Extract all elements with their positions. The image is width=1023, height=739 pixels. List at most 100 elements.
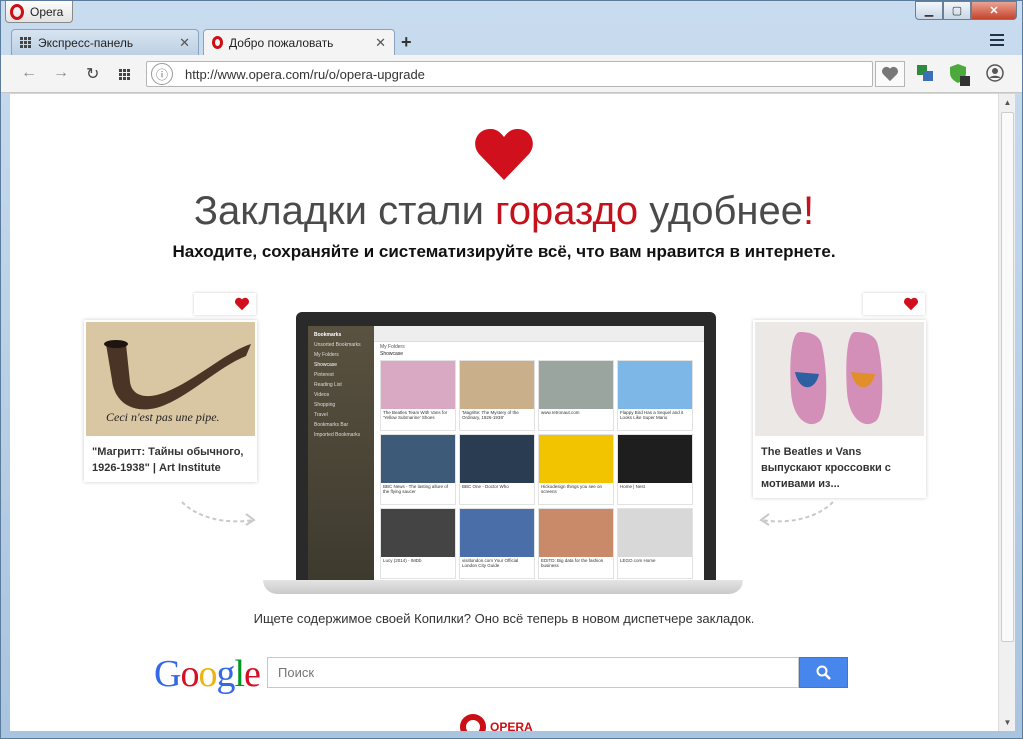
arrow-left-icon bbox=[759, 501, 834, 526]
opera-logo-icon bbox=[10, 3, 24, 20]
thumbnail-image bbox=[381, 361, 455, 409]
opera-menu-label: Opera bbox=[30, 4, 64, 19]
thumbnail-caption: Lucy (2014) - IMDb bbox=[383, 558, 422, 563]
bookmark-thumbnail: Flappy Bird Has a Sequel and it Looks Li… bbox=[617, 360, 693, 431]
thumbnail-caption: www.retronaut.com bbox=[541, 410, 580, 415]
thumbnail-image bbox=[460, 361, 534, 409]
bookmark-thumbnail: Hickodesign things you see on screens bbox=[538, 434, 614, 505]
thumbnail-image bbox=[539, 509, 613, 557]
bookmark-thumbnail: The Beatles Team With Vans for 'Yellow S… bbox=[380, 360, 456, 431]
account-icon[interactable] bbox=[986, 64, 1004, 82]
tab-menu-icon[interactable] bbox=[990, 34, 1004, 46]
tab-label: Добро пожаловать bbox=[229, 35, 334, 50]
bookmarks-topbar bbox=[374, 326, 704, 342]
heart-icon bbox=[904, 297, 918, 311]
bookmark-thumbnail: www.retronaut.com bbox=[538, 360, 614, 431]
thumbnail-image bbox=[381, 509, 455, 557]
thumbnail-image bbox=[539, 361, 613, 409]
bookmark-card-magritte[interactable]: Ceci n'est pas une pipe. "Магритт: Тайны… bbox=[84, 320, 257, 482]
title-bar: Opera ▁ ▢ ✕ bbox=[1, 1, 1022, 27]
thumbnail-caption: Hickodesign things you see on screens bbox=[541, 484, 603, 494]
opera-icon bbox=[212, 36, 223, 49]
painting-caption: Ceci n'est pas une pipe. bbox=[106, 410, 220, 424]
thumbnail-image bbox=[618, 509, 692, 557]
grid-icon bbox=[20, 37, 32, 48]
close-icon[interactable]: ✕ bbox=[375, 35, 386, 51]
google-logo: Google bbox=[154, 653, 261, 695]
thumbnail-image bbox=[460, 435, 534, 483]
opera-footer-logo: OPERA bbox=[460, 714, 533, 731]
speed-dial-icon[interactable] bbox=[119, 69, 131, 80]
scrollbar-thumb[interactable] bbox=[1001, 112, 1014, 642]
google-search-input[interactable] bbox=[267, 657, 799, 688]
address-bar[interactable]: ⓘ http://www.opera.com/ru/o/opera-upgrad… bbox=[146, 61, 873, 87]
bookmark-thumbnail: Home | Nest bbox=[617, 434, 693, 505]
card-heart-tag[interactable] bbox=[863, 293, 925, 315]
thumbnail-image bbox=[618, 361, 692, 409]
bookmark-thumbnails: The Beatles Team With Vans for 'Yellow S… bbox=[380, 360, 693, 579]
thumbnail-caption: 'Magritte: The Mystery of the Ordinary, … bbox=[462, 410, 519, 420]
bookmark-thumbnail: LEGO.com Home bbox=[617, 508, 693, 579]
page-subheadline: Находите, сохраняйте и систематизируйте … bbox=[172, 242, 836, 261]
opera-menu-button[interactable]: Opera bbox=[5, 1, 73, 23]
card-title: "Магритт: Тайны обычного, 1926-1938" | A… bbox=[92, 446, 244, 474]
thumbnail-caption: BBC News - The lasting allure of the fly… bbox=[383, 484, 448, 494]
window-controls: ▁ ▢ ✕ bbox=[915, 1, 1017, 20]
card-heart-tag[interactable] bbox=[194, 293, 256, 315]
translate-icon[interactable] bbox=[915, 63, 935, 83]
scroll-down-icon[interactable]: ▼ bbox=[999, 714, 1016, 731]
forward-button[interactable]: → bbox=[53, 64, 69, 82]
maximize-button[interactable]: ▢ bbox=[943, 1, 971, 20]
back-button[interactable]: ← bbox=[21, 64, 37, 82]
tab-speed-dial[interactable]: Экспресс-панель ✕ bbox=[11, 29, 199, 55]
bookmark-thumbnail: EDITD: Big data for the fashion business bbox=[538, 508, 614, 579]
page-headline: Закладки стали гораздо удобнее! bbox=[193, 189, 815, 233]
tab-bar: Экспресс-панель ✕ Добро пожаловать ✕ + bbox=[1, 29, 1022, 55]
thumbnail-image bbox=[381, 435, 455, 483]
thumbnail-caption: BBC One - Doctor Who bbox=[462, 484, 509, 489]
browser-window: Opera ▁ ▢ ✕ Экспресс-панель ✕ Добро пожа… bbox=[0, 0, 1023, 739]
scroll-up-icon[interactable]: ▲ bbox=[999, 94, 1016, 111]
thumbnail-caption: LEGO.com Home bbox=[620, 558, 656, 563]
shield-icon[interactable] bbox=[948, 62, 972, 86]
thumbnail-caption: The Beatles Team With Vans for 'Yellow S… bbox=[383, 410, 448, 420]
laptop-screen: Bookmarks Unsorted Bookmarks My Folders … bbox=[308, 326, 704, 580]
thumbnail-caption: Flappy Bird Has a Sequel and it Looks Li… bbox=[620, 410, 684, 420]
sneakers-image bbox=[755, 322, 924, 436]
thumbnail-caption: visitlondon.com Your Official London Cit… bbox=[462, 558, 519, 568]
opera-logo-icon bbox=[460, 714, 486, 731]
arrow-right-icon bbox=[181, 501, 256, 526]
bookmarks-sidebar: Bookmarks Unsorted Bookmarks My Folders … bbox=[308, 326, 374, 580]
thumbnail-caption: EDITD: Big data for the fashion business bbox=[541, 558, 604, 568]
close-icon[interactable]: ✕ bbox=[179, 35, 190, 51]
reload-button[interactable]: ↻ bbox=[86, 64, 99, 84]
tab-label: Экспресс-панель bbox=[38, 35, 134, 50]
vertical-scrollbar[interactable]: ▲ ▼ bbox=[998, 94, 1015, 731]
laptop-illustration: Bookmarks Unsorted Bookmarks My Folders … bbox=[296, 312, 716, 580]
new-tab-button[interactable]: + bbox=[401, 32, 412, 53]
bookmark-thumbnail: visitlondon.com Your Official London Cit… bbox=[459, 508, 535, 579]
minimize-button[interactable]: ▁ bbox=[915, 1, 943, 20]
bookmark-thumbnail: BBC News - The lasting allure of the fly… bbox=[380, 434, 456, 505]
bookmark-heart-button[interactable] bbox=[875, 61, 905, 87]
url-text[interactable]: http://www.opera.com/ru/o/opera-upgrade bbox=[185, 67, 425, 82]
thumbnail-caption: Home | Nest bbox=[620, 484, 645, 489]
pipe-painting-image: Ceci n'est pas une pipe. bbox=[86, 322, 255, 436]
site-info-icon[interactable]: ⓘ bbox=[151, 63, 173, 85]
navigation-toolbar: ← → ↻ ⓘ http://www.opera.com/ru/o/opera-… bbox=[1, 55, 1022, 93]
bookmark-thumbnail: 'Magritte: The Mystery of the Ordinary, … bbox=[459, 360, 535, 431]
google-search-button[interactable] bbox=[799, 657, 848, 688]
card-title: The Beatles и Vans выпускают кроссовки с… bbox=[761, 446, 891, 490]
thumbnail-image bbox=[460, 509, 534, 557]
tab-welcome[interactable]: Добро пожаловать ✕ bbox=[203, 29, 395, 55]
thumbnail-image bbox=[618, 435, 692, 483]
laptop-base bbox=[263, 580, 743, 594]
thumbnail-image bbox=[539, 435, 613, 483]
page-content: Закладки стали гораздо удобнее! Находите… bbox=[10, 94, 998, 731]
bookmark-thumbnail: Lucy (2014) - IMDb bbox=[380, 508, 456, 579]
stash-notice: Ищете содержимое своей Копилки? Оно всё … bbox=[253, 611, 755, 626]
bookmark-card-vans[interactable]: The Beatles и Vans выпускают кроссовки с… bbox=[753, 320, 926, 498]
heart-icon bbox=[882, 66, 898, 82]
heart-logo-icon bbox=[475, 128, 533, 180]
close-window-button[interactable]: ✕ bbox=[971, 1, 1017, 20]
